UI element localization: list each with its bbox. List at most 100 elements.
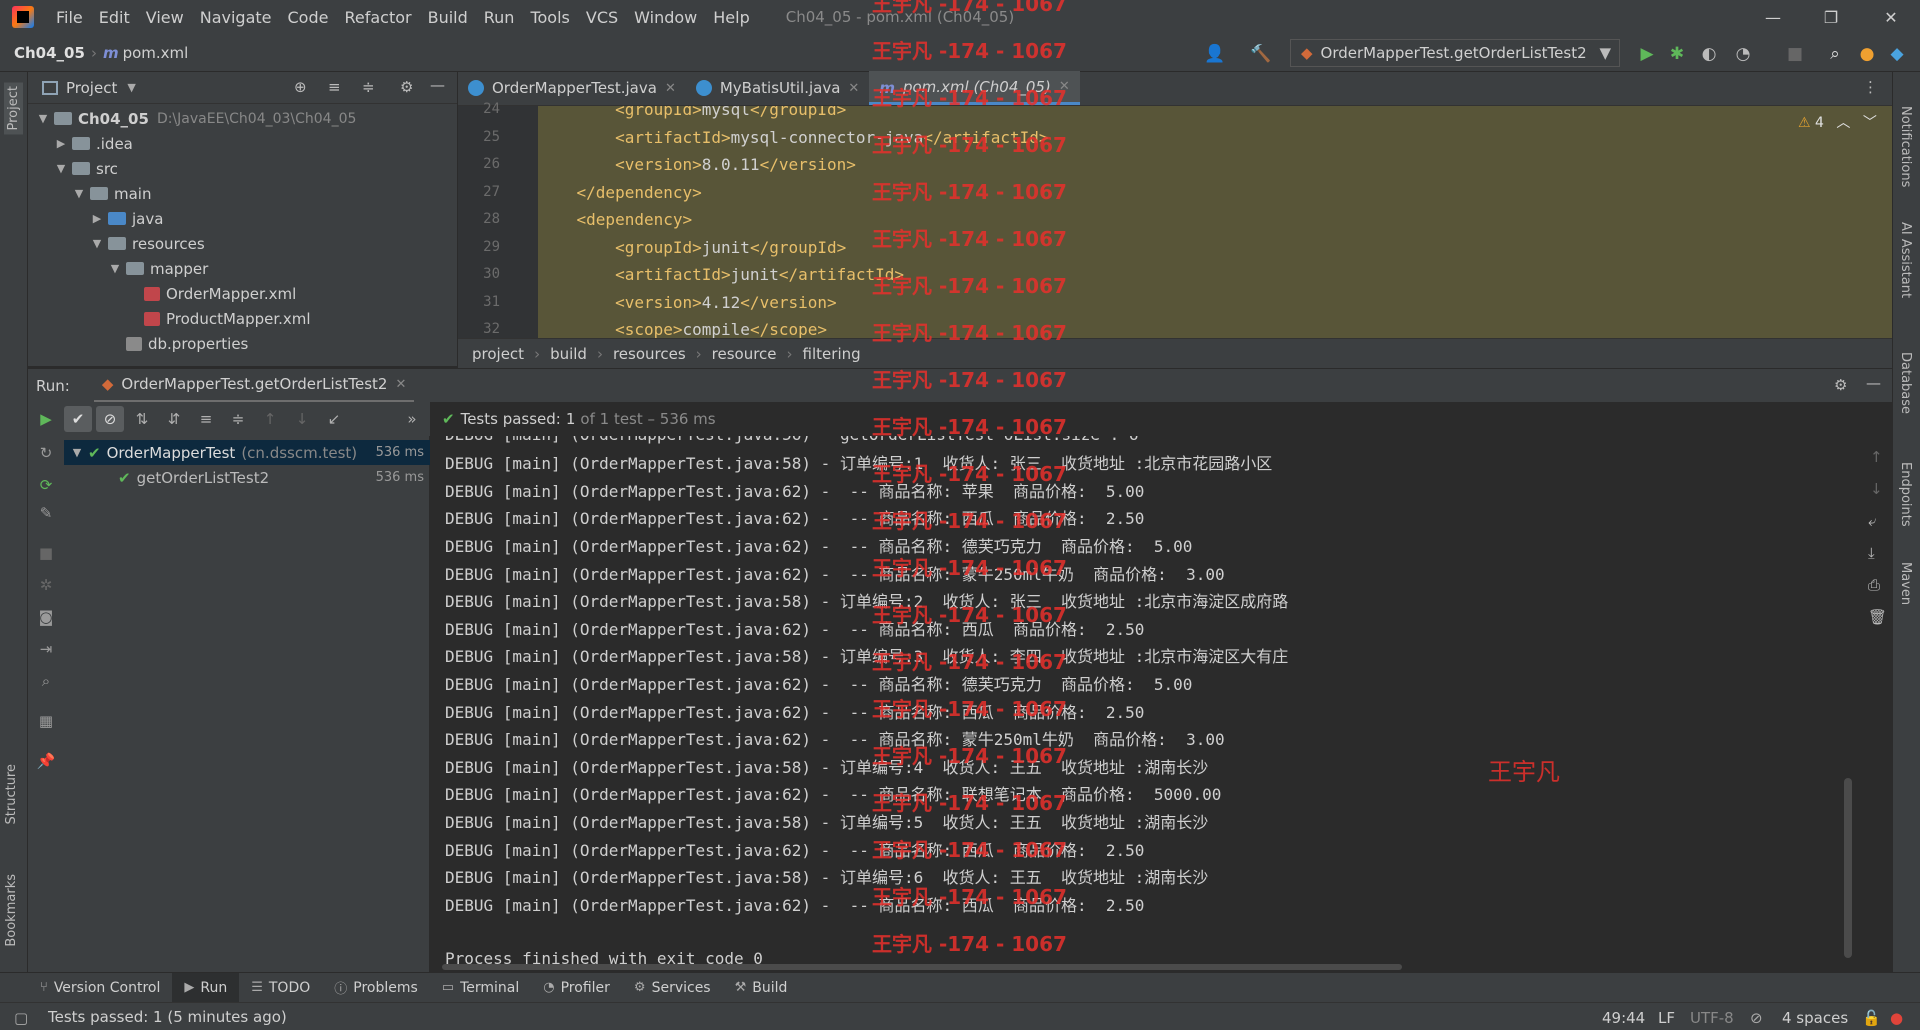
caret-position[interactable]: 49:44 <box>1602 1009 1645 1027</box>
collapse-all-icon[interactable]: ≑ <box>224 406 252 432</box>
tool-tab-bookmarks[interactable]: Bookmarks <box>4 874 19 947</box>
tree-item[interactable]: ▶ java <box>28 206 457 231</box>
chevron-down-icon[interactable]: ▼ <box>70 446 84 459</box>
show-ignored-icon[interactable]: ⊘ <box>96 406 124 432</box>
chevron-down-icon[interactable]: ▼ <box>108 262 122 275</box>
collapse-all-icon[interactable]: ≑ <box>362 78 375 96</box>
code-editor[interactable]: <groupId> mysql </groupId> <artifactId> mys… <box>538 106 1892 338</box>
chevron-down-icon[interactable]: ▼ <box>72 187 86 200</box>
sort-duration-icon[interactable]: ⇵ <box>160 406 188 432</box>
chevron-down-icon[interactable]: ▼ <box>36 112 50 125</box>
tree-item[interactable]: ▼ resources <box>28 231 457 256</box>
line-separator[interactable]: LF <box>1658 1009 1675 1027</box>
more-icon[interactable]: » <box>398 406 426 432</box>
tool-tab-endpoints[interactable]: Endpoints <box>1898 462 1913 527</box>
rerun-failed-icon[interactable]: ↻ <box>36 444 56 464</box>
down-arrow-icon[interactable]: ↓ <box>1870 480 1883 498</box>
stop-icon[interactable]: ■ <box>36 544 56 564</box>
tool-tab-notifications[interactable]: Notifications <box>1898 106 1913 187</box>
rerun-icon[interactable]: ▶ <box>32 406 60 432</box>
menu-help[interactable]: Help <box>705 8 757 27</box>
tree-item[interactable]: ▼ src <box>28 156 457 181</box>
close-icon[interactable]: ✕ <box>848 81 859 96</box>
run-tab[interactable]: ◆ OrderMapperTest.getOrderListTest2 ✕ <box>93 369 415 403</box>
search-icon[interactable]: ⌕ <box>1824 43 1846 65</box>
ai-assistant-icon[interactable]: ◆ <box>1886 43 1908 65</box>
menu-window[interactable]: Window <box>626 8 705 27</box>
breadcrumb-resources[interactable]: resources <box>613 345 686 363</box>
layout-toggle-icon[interactable]: ▢ <box>14 1009 28 1027</box>
indent-setting[interactable]: 4 spaces <box>1782 1009 1848 1027</box>
chevron-right-icon[interactable]: ▶ <box>90 212 104 225</box>
tool-tab-structure[interactable]: Structure <box>4 764 19 824</box>
print-icon[interactable]: ⎙ <box>1868 576 1880 594</box>
more-tabs-icon[interactable]: ⋮ <box>1863 78 1878 96</box>
import-tests-icon[interactable]: ↙ <box>320 406 348 432</box>
chevron-down-icon[interactable]: ▼ <box>54 162 68 175</box>
breadcrumb-build[interactable]: build <box>550 345 587 363</box>
pin-icon[interactable]: 📌 <box>36 752 56 772</box>
chevron-down-icon[interactable]: ▼ <box>90 237 104 250</box>
tree-item[interactable]: ▼ mapper <box>28 256 457 281</box>
tool-tab-maven[interactable]: Maven <box>1898 562 1913 605</box>
next-test-icon[interactable]: ↓ <box>288 406 316 432</box>
run-icon[interactable]: ▶ <box>1636 43 1658 65</box>
scroll-to-end-icon[interactable]: ⤓ <box>1868 544 1875 562</box>
tool-tab-ai-assistant[interactable]: AI Assistant <box>1898 222 1913 298</box>
run-configuration-select[interactable]: ◆ OrderMapperTest.getOrderListTest2 ▼ <box>1290 39 1620 67</box>
menu-build[interactable]: Build <box>420 8 476 27</box>
trash-icon[interactable]: 🗑 <box>1868 608 1887 626</box>
chevron-up-icon[interactable]: ︿ <box>1836 115 1850 131</box>
tree-item[interactable]: db.properties <box>28 331 457 356</box>
file-encoding[interactable]: UTF-8 <box>1690 1009 1734 1027</box>
hide-panel-icon[interactable]: — <box>430 76 445 94</box>
coverage-icon[interactable]: ◐ <box>1698 43 1720 65</box>
tree-item[interactable]: ▶ .idea <box>28 131 457 156</box>
tab-order-mapper-test[interactable]: OrderMapperTest.java ✕ <box>458 71 686 105</box>
dump-threads-icon[interactable]: ✲ <box>36 576 56 596</box>
test-case-row[interactable]: ✔ getOrderListTest2 536 ms <box>64 465 430 490</box>
menu-file[interactable]: File <box>48 8 91 27</box>
bottom-tab-profiler[interactable]: ◔ Profiler <box>531 973 622 1003</box>
lock-icon[interactable]: 🔓 <box>1862 1009 1881 1027</box>
bottom-tab-problems[interactable]: ⓘ Problems <box>322 973 430 1003</box>
show-passed-icon[interactable]: ✔ <box>64 406 92 432</box>
update-icon[interactable]: ● <box>1856 43 1878 65</box>
locate-icon[interactable]: ⊕ <box>294 78 307 96</box>
bottom-tab-run[interactable]: ▶ Run <box>172 972 240 1003</box>
menu-code[interactable]: Code <box>280 8 337 27</box>
gear-icon[interactable]: ⚙ <box>400 78 413 96</box>
zoom-icon[interactable]: ⌕ <box>36 672 56 692</box>
build-hammer-icon[interactable]: 🔨 <box>1250 43 1272 65</box>
gear-icon[interactable]: ⚙ <box>1834 376 1847 394</box>
close-window-icon[interactable]: ✕ <box>1862 0 1920 34</box>
minimize-icon[interactable]: — <box>1744 0 1802 34</box>
chevron-down-icon[interactable]: ﹀ <box>1863 115 1877 131</box>
breadcrumb-project[interactable]: project <box>472 345 524 363</box>
stop-icon[interactable]: ■ <box>1784 43 1806 65</box>
tool-tab-project[interactable]: Project <box>4 82 23 135</box>
bottom-tab-terminal[interactable]: ▭ Terminal <box>430 973 531 1003</box>
menu-run[interactable]: Run <box>476 8 523 27</box>
breadcrumb-file[interactable]: pom.xml <box>123 44 189 62</box>
bottom-tab-todo[interactable]: ☰ TODO <box>239 973 322 1003</box>
menu-refactor[interactable]: Refactor <box>336 8 419 27</box>
chevron-right-icon[interactable]: ▶ <box>54 137 68 150</box>
status-message[interactable]: Tests passed: 1 (5 minutes ago) <box>48 1008 287 1026</box>
console-scrollbar[interactable] <box>1844 778 1852 958</box>
hide-panel-icon[interactable]: — <box>1866 374 1881 392</box>
tool-tab-database[interactable]: Database <box>1898 352 1913 414</box>
menu-tools[interactable]: Tools <box>522 8 577 27</box>
breadcrumb-project[interactable]: Ch04_05 <box>14 44 85 62</box>
previous-test-icon[interactable]: ↑ <box>256 406 284 432</box>
expand-all-icon[interactable]: ≡ <box>328 78 341 96</box>
chevron-down-icon[interactable]: ▼ <box>127 81 135 94</box>
tree-item[interactable]: OrderMapper.xml <box>28 281 457 306</box>
bottom-tab-build[interactable]: ⚒ Build <box>723 973 800 1003</box>
soft-wrap-icon[interactable]: ⤶ <box>1868 512 1876 530</box>
bottom-tab-version-control[interactable]: ⑂ Version Control <box>28 973 172 1003</box>
user-icon[interactable]: 👤 <box>1204 43 1226 65</box>
restore-icon[interactable]: ❐ <box>1802 0 1860 34</box>
expand-all-icon[interactable]: ≡ <box>192 406 220 432</box>
camera-icon[interactable]: ◙ <box>36 608 56 628</box>
